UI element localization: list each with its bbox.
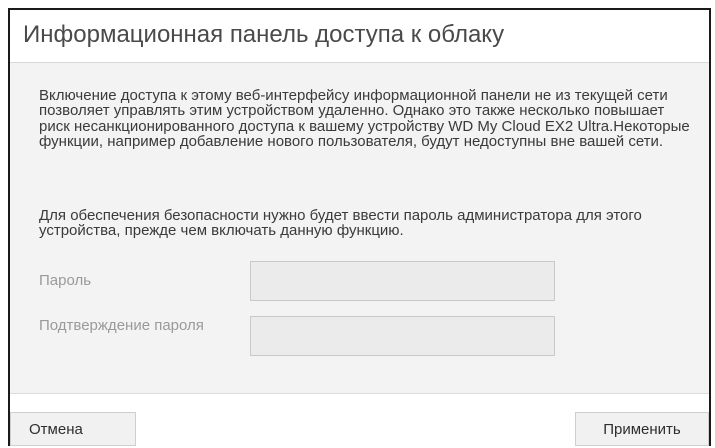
confirm-password-input[interactable] <box>250 316 555 356</box>
security-note-text: Для обеспечения безопасности нужно будет… <box>39 207 642 240</box>
dialog-title: Информационная панель доступа к облаку <box>23 21 505 48</box>
cloud-access-dialog: Информационная панель доступа к облаку В… <box>8 8 711 446</box>
confirm-password-label: Подтверждение пароля <box>39 317 204 334</box>
password-input[interactable] <box>250 261 555 301</box>
dialog-footer: Отмена Применить <box>10 394 709 446</box>
dialog-body: Включение доступа к этому веб-интерфейсу… <box>10 63 709 394</box>
dialog-header: Информационная панель доступа к облаку <box>10 10 709 63</box>
cancel-button[interactable]: Отмена <box>10 412 136 446</box>
apply-button[interactable]: Применить <box>575 412 709 446</box>
password-label: Пароль <box>39 272 92 289</box>
description-text: Включение доступа к этому веб-интерфейсу… <box>39 87 690 151</box>
